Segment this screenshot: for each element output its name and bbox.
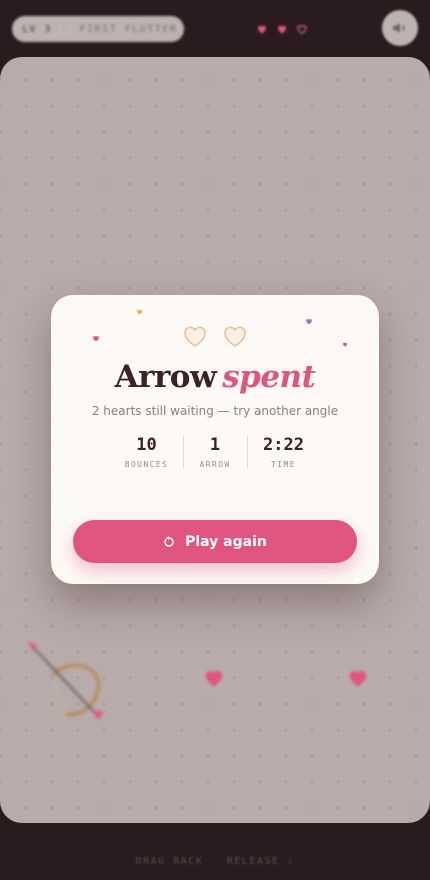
heart-outline-icon [182,325,208,349]
stats-row: 10 BOUNCES 1 ARROW 2:22 TIME [51,435,379,469]
lives-indicator [256,20,308,35]
heart-outline-icon [222,325,248,349]
hearts-collected [51,325,379,349]
stat-arrow: 1 ARROW [184,435,247,469]
life-heart-icon [256,20,268,34]
life-heart-icon [276,20,288,34]
result-title: Arrow spent [51,359,379,395]
stat-value: 1 [209,435,221,455]
stat-bounces: 10 BOUNCES [111,435,183,469]
heart-target-icon [205,671,223,687]
result-title-main: Arrow [114,359,217,395]
stat-value: 2:22 [263,435,304,455]
result-dialog: Arrow spent 2 hearts still waiting — try … [51,295,379,584]
heart-target-icon [349,671,367,687]
footer-hint-release: RELEASE ⇩ [226,856,295,867]
restart-icon [164,535,174,547]
stat-label: BOUNCES [124,460,169,469]
footer-hint: DRAG BACK RELEASE ⇩ [0,856,430,867]
level-name: FIRST FLUTTER [79,23,178,35]
life-heart-empty-icon [296,20,308,35]
speaker-icon [393,23,405,33]
stat-label: ARROW [199,460,231,469]
stat-label: TIME [271,460,296,469]
level-pill: LV 3 · FIRST FLUTTER [12,16,184,42]
stat-value: 10 [136,435,157,455]
play-again-button[interactable]: Play again [73,520,357,563]
level-number: LV 3 [22,23,53,35]
top-bar: LV 3 · FIRST FLUTTER [0,0,430,56]
confetti-heart-icon [137,309,142,315]
sound-toggle-button[interactable] [382,10,418,46]
confetti-heart-icon [306,319,312,325]
level-separator: · [62,23,70,35]
result-title-accent: spent [222,359,316,395]
play-again-label: Play again [185,533,267,550]
result-subtitle: 2 hearts still waiting — try another ang… [91,404,339,418]
footer-hint-drag: DRAG BACK [135,856,204,867]
bow-icon [28,642,104,720]
stat-time: 2:22 TIME [248,435,320,469]
